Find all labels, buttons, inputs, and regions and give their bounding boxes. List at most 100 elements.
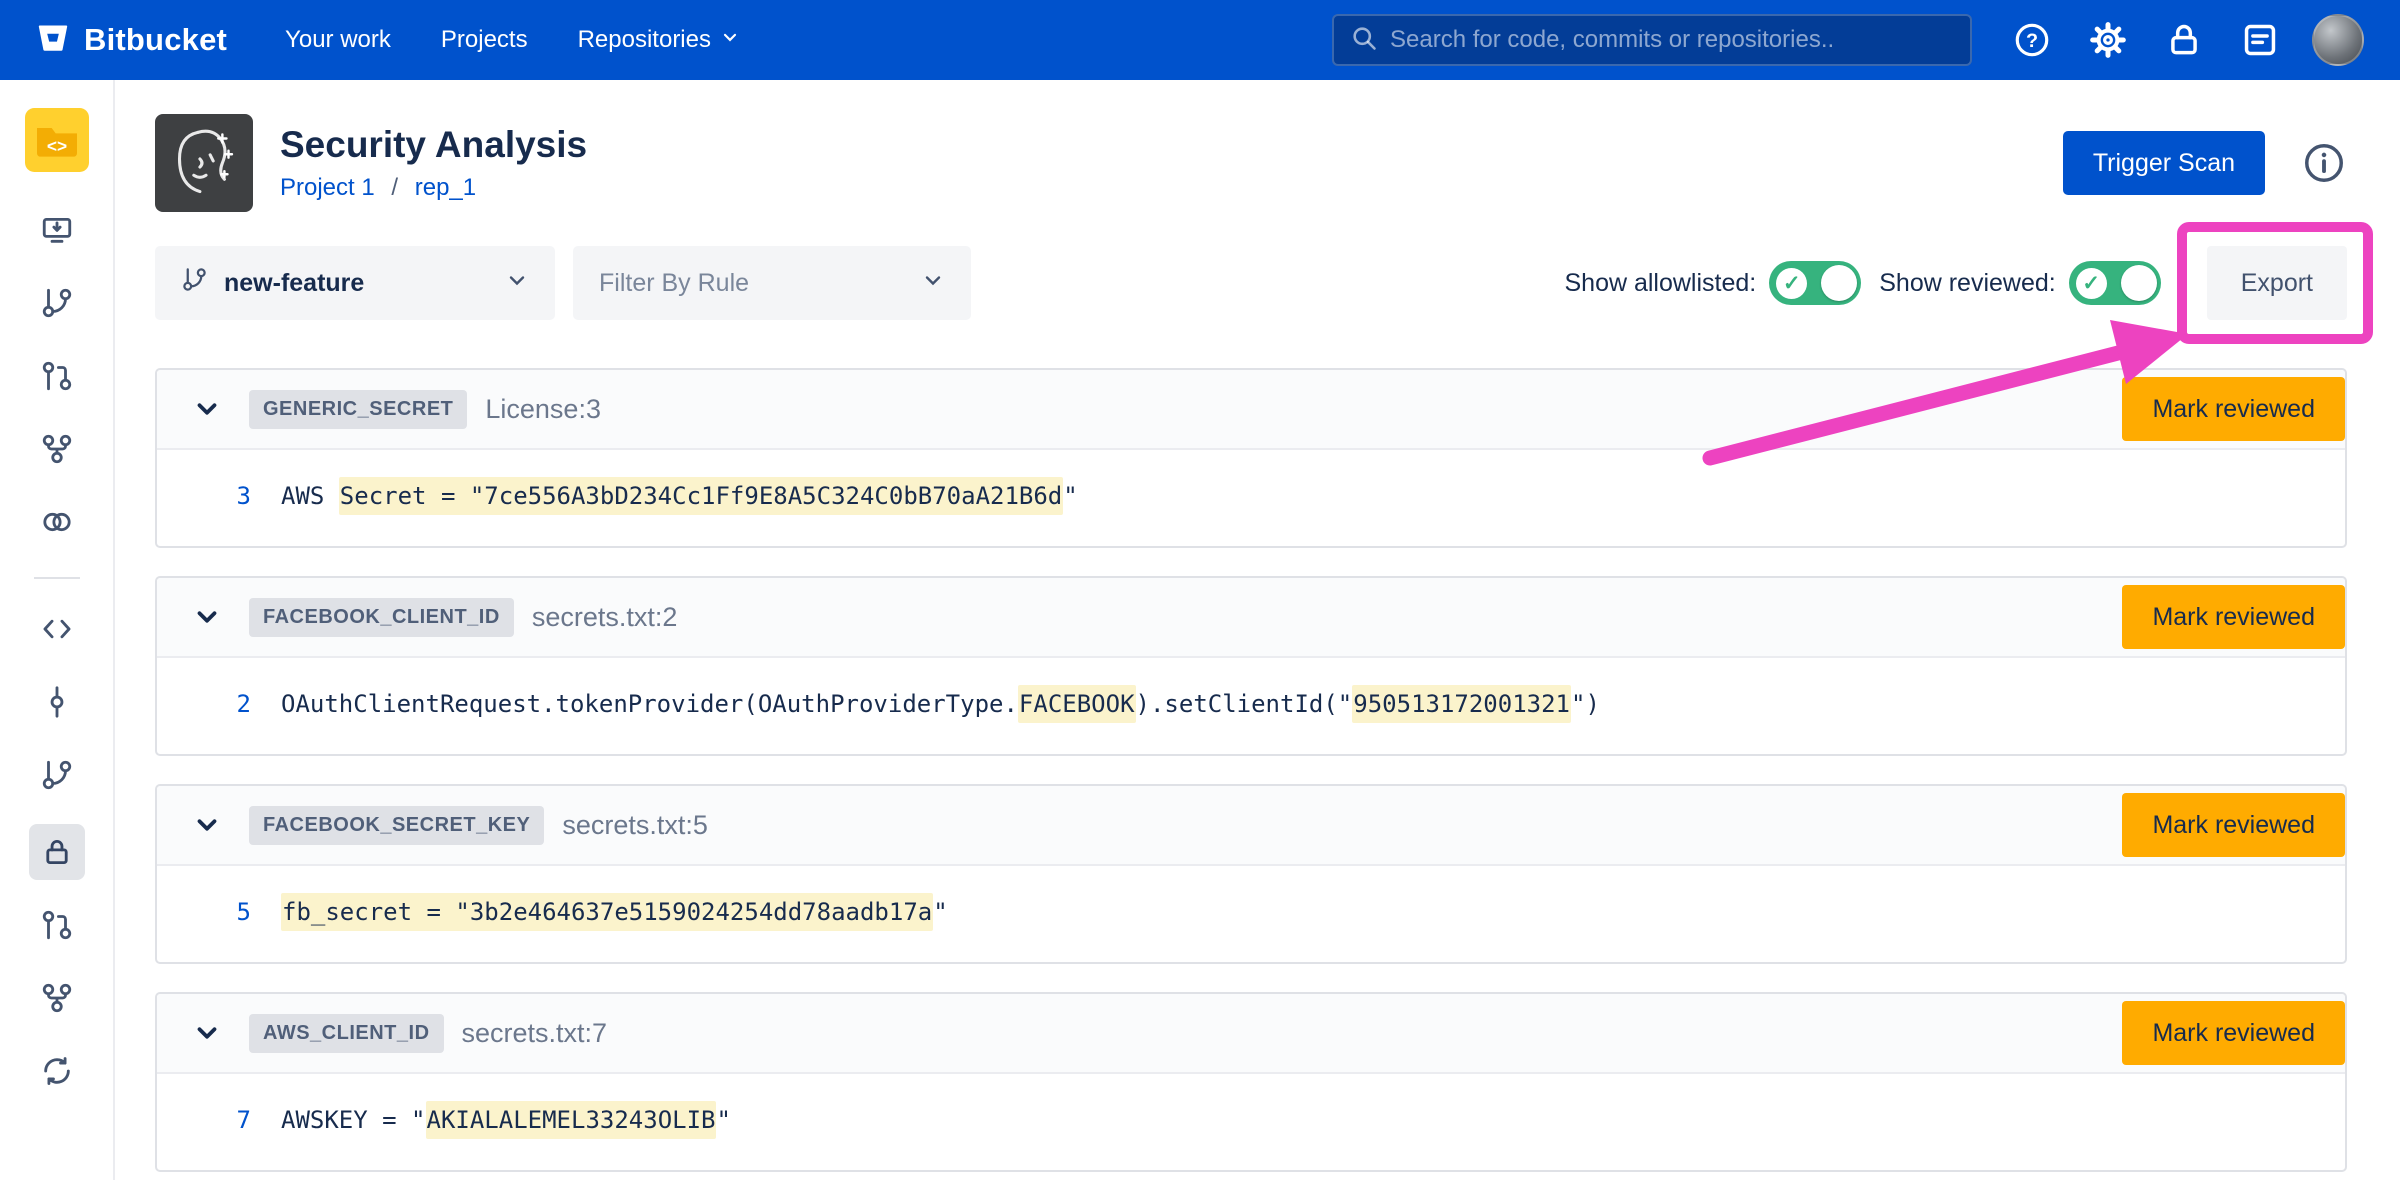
findings-list: GENERIC_SECRET License:3 Mark reviewed 3… — [155, 368, 2347, 1172]
code-line: OAuthClientRequest.tokenProvider(OAuthPr… — [281, 690, 1600, 718]
svg-text:<>: <> — [46, 136, 66, 156]
branch-icon — [181, 266, 208, 300]
check-icon: ✓ — [1776, 268, 1807, 299]
create-branch-icon[interactable] — [33, 279, 81, 327]
chevron-down-icon — [505, 268, 529, 299]
primary-nav: Your work Projects Repositories — [285, 26, 740, 54]
help-icon[interactable]: ? — [2010, 18, 2054, 62]
finding-card: FACEBOOK_SECRET_KEY secrets.txt:5 Mark r… — [155, 784, 2347, 964]
filter-row: new-feature Filter By Rule Show allowlis… — [155, 246, 2347, 320]
secret-highlight: Secret = "7ce556A3bD234Cc1Ff9E8A5C324C0b… — [339, 477, 1063, 515]
nav-projects[interactable]: Projects — [441, 26, 528, 54]
source-icon[interactable] — [33, 605, 81, 653]
commits-icon[interactable] — [33, 678, 81, 726]
secret-highlight: 950513172001321 — [1352, 685, 1571, 723]
expand-chevron-icon[interactable] — [189, 599, 225, 635]
global-search[interactable] — [1332, 14, 1972, 66]
rule-badge: AWS_CLIENT_ID — [249, 1014, 444, 1053]
show-reviewed-toggle[interactable]: ✓ — [2069, 261, 2161, 305]
code-text: OAuthClientRequest.tokenProvider(OAuthPr… — [281, 690, 1018, 718]
finding-code-row: 7 AWSKEY = "AKIALALEMEL33243OLIB" — [157, 1074, 2345, 1170]
mark-reviewed-button[interactable]: Mark reviewed — [2122, 793, 2345, 857]
code-line-number: 5 — [157, 898, 251, 926]
finding-location: secrets.txt:5 — [562, 810, 708, 841]
mark-reviewed-button[interactable]: Mark reviewed — [2122, 377, 2345, 441]
mark-reviewed-button[interactable]: Mark reviewed — [2122, 585, 2345, 649]
secret-highlight: AKIALALEMEL33243OLIB — [426, 1101, 717, 1139]
clone-icon[interactable] — [33, 206, 81, 254]
svg-text:?: ? — [2026, 30, 2038, 52]
code-line: fb_secret = "3b2e464637e5159024254dd78aa… — [281, 898, 948, 926]
export-button[interactable]: Export — [2207, 246, 2347, 320]
breadcrumb-project-link[interactable]: Project 1 — [280, 174, 375, 201]
code-line-number: 3 — [157, 482, 251, 510]
finding-location: License:3 — [485, 394, 601, 425]
export-wrap: Export — [2207, 246, 2347, 320]
breadcrumb-repo-link[interactable]: rep_1 — [415, 174, 476, 201]
pull-request-icon[interactable] — [33, 352, 81, 400]
header-actions: Trigger Scan — [2063, 131, 2347, 195]
feedback-icon[interactable] — [2238, 18, 2282, 62]
sidebar-divider — [34, 577, 80, 579]
toggle-knob — [2121, 265, 2157, 301]
finding-header: FACEBOOK_CLIENT_ID secrets.txt:2 Mark re… — [157, 578, 2345, 658]
secret-highlight: fb_secret = "3b2e464637e5159024254dd78aa… — [281, 893, 933, 931]
breadcrumb: Project 1 / rep_1 — [280, 174, 587, 202]
settings-gear-icon[interactable] — [2086, 18, 2130, 62]
top-navigation: Bitbucket Your work Projects Repositorie… — [0, 0, 2400, 80]
check-icon: ✓ — [2076, 268, 2107, 299]
code-text: AWS — [281, 482, 339, 510]
rule-badge: GENERIC_SECRET — [249, 390, 467, 429]
expand-chevron-icon[interactable] — [189, 807, 225, 843]
user-avatar[interactable] — [2312, 14, 2364, 66]
deployments-icon[interactable] — [33, 498, 81, 546]
finding-code-row: 3 AWS Secret = "7ce556A3bD234Cc1Ff9E8A5C… — [157, 450, 2345, 546]
finding-card: AWS_CLIENT_ID secrets.txt:7 Mark reviewe… — [155, 992, 2347, 1172]
repo-avatar[interactable]: <> — [25, 108, 89, 172]
nav-repositories[interactable]: Repositories — [578, 26, 740, 54]
mark-reviewed-button[interactable]: Mark reviewed — [2122, 1001, 2345, 1065]
branches-icon[interactable] — [33, 751, 81, 799]
repo-avatar-image — [155, 114, 253, 212]
code-text: ).setClientId(" — [1136, 690, 1353, 718]
pull-requests-icon[interactable] — [33, 901, 81, 949]
toggle-controls: Show allowlisted: ✓ Show reviewed: ✓ Exp… — [1564, 246, 2347, 320]
secret-highlight: FACEBOOK — [1018, 685, 1136, 723]
show-allowlisted-toggle[interactable]: ✓ — [1769, 261, 1861, 305]
pipelines-icon[interactable] — [33, 425, 81, 473]
lock-icon[interactable] — [2162, 18, 2206, 62]
nav-utility-icons: ? — [2010, 18, 2282, 62]
forks-icon[interactable] — [33, 974, 81, 1022]
code-line-number: 2 — [157, 690, 251, 718]
branch-select[interactable]: new-feature — [155, 246, 555, 320]
show-allowlisted-label: Show allowlisted: — [1564, 269, 1756, 298]
breadcrumb-separator: / — [391, 174, 398, 201]
repo-sidebar: <> — [0, 80, 115, 1180]
rule-badge: FACEBOOK_CLIENT_ID — [249, 598, 514, 637]
finding-code-row: 2 OAuthClientRequest.tokenProvider(OAuth… — [157, 658, 2345, 754]
finding-card: FACEBOOK_CLIENT_ID secrets.txt:2 Mark re… — [155, 576, 2347, 756]
bitbucket-logo[interactable]: Bitbucket — [36, 21, 227, 60]
code-text: " — [716, 1106, 730, 1134]
rule-filter-select[interactable]: Filter By Rule — [573, 246, 971, 320]
page-title: Security Analysis — [280, 124, 587, 166]
trigger-scan-button[interactable]: Trigger Scan — [2063, 131, 2265, 195]
rule-filter-placeholder: Filter By Rule — [599, 269, 921, 298]
finding-location: secrets.txt:7 — [462, 1018, 608, 1049]
security-lock-icon[interactable] — [29, 824, 85, 880]
sync-icon[interactable] — [33, 1047, 81, 1095]
chevron-down-icon — [720, 26, 740, 54]
show-reviewed-label: Show reviewed: — [1879, 269, 2055, 298]
branch-select-value: new-feature — [224, 269, 489, 298]
code-line: AWSKEY = "AKIALALEMEL33243OLIB" — [281, 1106, 731, 1134]
nav-your-work[interactable]: Your work — [285, 26, 391, 54]
code-text: ") — [1571, 690, 1600, 718]
finding-code-row: 5 fb_secret = "3b2e464637e5159024254dd78… — [157, 866, 2345, 962]
finding-header: GENERIC_SECRET License:3 Mark reviewed — [157, 370, 2345, 450]
search-input[interactable] — [1390, 26, 1954, 54]
info-icon[interactable] — [2301, 140, 2347, 186]
expand-chevron-icon[interactable] — [189, 1015, 225, 1051]
title-block: Security Analysis Project 1 / rep_1 — [280, 124, 587, 202]
expand-chevron-icon[interactable] — [189, 391, 225, 427]
brand-name: Bitbucket — [84, 22, 227, 58]
